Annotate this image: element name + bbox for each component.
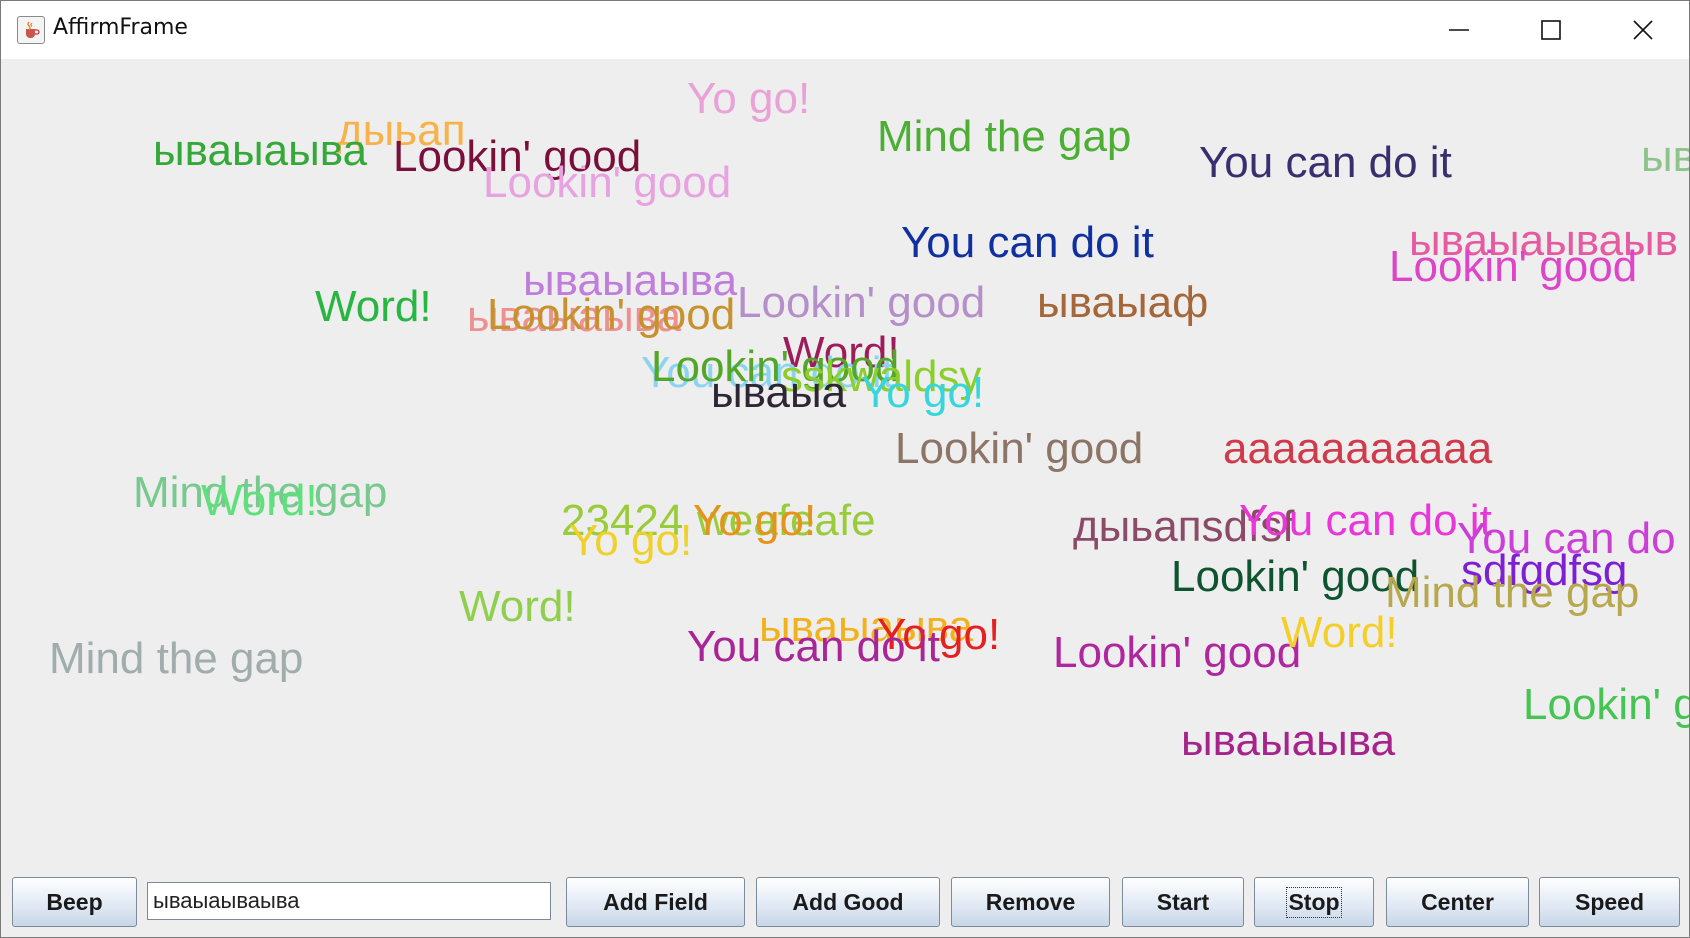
floating-word: You can do it [687,622,940,671]
floating-word: Word! [1281,608,1398,657]
floating-word: Word! [459,582,576,631]
floating-word: ааааааааааа [1223,424,1493,473]
floating-word: You can do it [1239,496,1492,545]
floating-word: ываыа [711,368,847,417]
add-good-button[interactable]: Add Good [756,877,940,927]
stop-button-label: Stop [1286,886,1342,918]
affirmation-canvas: Yo go! дыьап ываыаыва Lookin' good Looki… [1,59,1689,871]
floating-word: Yo go! [861,368,985,417]
window-title: AffirmFrame [53,15,188,40]
floating-word: ываыаыва [1181,716,1396,765]
stop-button[interactable]: Stop [1254,877,1374,927]
text-input[interactable] [147,882,551,920]
floating-word: Yo go! [569,516,693,565]
floating-word: Lookin' good [483,158,732,207]
add-field-button[interactable]: Add Field [566,877,745,927]
app-window: AffirmFrame Yo go! дыьап ываыаыва Lookin… [0,0,1690,938]
floating-word: Lookin' good [1389,242,1638,291]
floating-word: Lookin' good [737,278,986,327]
minimize-icon[interactable] [1413,1,1505,59]
floating-word: Yo go! [687,74,811,123]
java-cup-icon[interactable] [17,16,45,44]
control-bar: Beep Add Field Add Good Remove Start Sto… [1,871,1689,937]
floating-word: Word! [315,282,432,331]
floating-word: You can do it [1199,138,1452,187]
beep-button[interactable]: Beep [12,877,137,927]
close-icon[interactable] [1597,1,1689,59]
floating-word: ываыаыва [153,126,368,175]
floating-word: Mind the gap [49,634,304,683]
floating-word: Lookin' good [1171,552,1420,601]
floating-word: ыв [1641,132,1689,181]
speed-button[interactable]: Speed [1539,877,1680,927]
center-button[interactable]: Center [1386,877,1529,927]
floating-word: Mind the gap [1385,568,1640,617]
floating-word: You can do it [901,218,1154,267]
floating-word: Lookin' good [487,290,736,339]
remove-button[interactable]: Remove [951,877,1110,927]
floating-word: Lookin' good [1053,628,1302,677]
maximize-icon[interactable] [1505,1,1597,59]
floating-word: Lookin' good [895,424,1144,473]
floating-word: Lookin' good [1523,680,1689,729]
title-bar[interactable]: AffirmFrame [1,1,1689,59]
floating-word: Yo go! [693,496,817,545]
floating-word: ываыаф [1037,278,1209,327]
floating-word: Word! [201,476,318,525]
start-button[interactable]: Start [1122,877,1244,927]
floating-word: Mind the gap [877,112,1132,161]
